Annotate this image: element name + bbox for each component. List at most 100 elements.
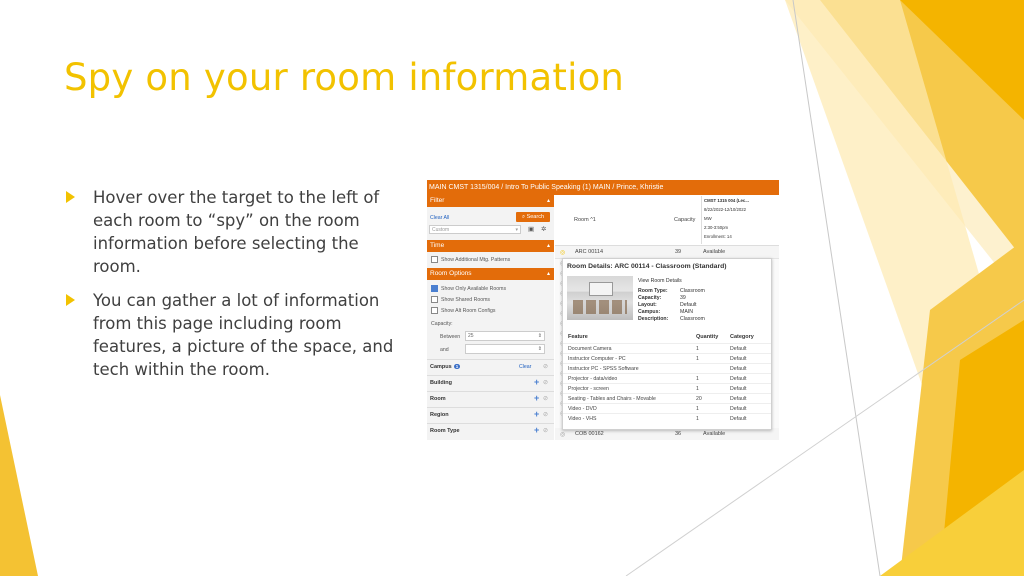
preset-select[interactable]: Custom ▾ [429, 225, 521, 234]
detail-value: 39 [680, 295, 686, 301]
room-photo-desks [573, 300, 627, 314]
checkbox-label: Show Only Available Rooms [441, 285, 507, 292]
slide-title: Spy on your room information [64, 56, 625, 99]
popup-title: Room Details: ARC 00114 - Classroom (Sta… [567, 263, 727, 270]
checkbox-label: Show Shared Rooms [441, 296, 491, 303]
available-rooms-option[interactable]: Show Only Available Rooms [431, 285, 506, 292]
remove-icon[interactable]: ⊘ [543, 427, 548, 434]
feature-quantity: 1 [696, 406, 699, 412]
add-icon[interactable]: + [534, 409, 539, 419]
room-status: Available [703, 249, 726, 255]
filter-room-type[interactable]: Room Type + ⊘ [427, 423, 554, 439]
bullet-text: Hover over the target to the left of eac… [93, 188, 380, 276]
collapse-icon[interactable]: ▴ [547, 195, 550, 207]
detail-value: MAIN [680, 309, 693, 315]
collapse-icon[interactable]: ▴ [547, 268, 550, 280]
feature-name: Instructor PC - SPSS Software [568, 366, 639, 372]
room-details-popup: Room Details: ARC 00114 - Classroom (Sta… [562, 258, 772, 430]
time-section-header[interactable]: Time ▴ [427, 240, 554, 252]
filter-label: Room [430, 396, 446, 402]
count-badge: 1 [453, 364, 461, 369]
additional-patterns-option[interactable]: Show Additional Mtg. Patterns [431, 256, 510, 263]
feature-name: Instructor Computer - PC [568, 356, 626, 362]
section-info-line: MW [704, 216, 712, 221]
bullet-list: Hover over the target to the left of eac… [64, 186, 409, 392]
detail-label: Room Type: [638, 288, 668, 294]
add-icon[interactable]: + [534, 425, 539, 435]
remove-icon[interactable]: ⊘ [543, 411, 548, 418]
checkbox[interactable] [431, 256, 438, 263]
feature-category: Default [730, 356, 747, 362]
gear-icon[interactable]: ✲ [541, 225, 546, 233]
filter-title: Filter [430, 197, 445, 204]
between-label: Between [440, 334, 461, 340]
save-icon[interactable]: ▣ [528, 225, 534, 233]
section-header: MAIN CMST 1315/004 / Intro To Public Spe… [427, 180, 779, 195]
feature-quantity: 1 [696, 346, 699, 352]
remove-icon[interactable]: ⊘ [543, 395, 548, 402]
filter-region[interactable]: Region + ⊘ [427, 407, 554, 423]
feature-quantity: 1 [696, 356, 699, 362]
feature-category: Default [730, 416, 747, 422]
room-options-section-header[interactable]: Room Options ▴ [427, 268, 554, 280]
detail-row: Room Type: Classroom [638, 288, 705, 294]
feature-name: Projector - screen [568, 386, 609, 392]
chevron-down-icon: ▾ [515, 227, 518, 233]
feature-quantity: 1 [696, 376, 699, 382]
detail-label: Campus: [638, 309, 661, 315]
search-button[interactable]: ⌕ Search [516, 212, 550, 222]
capacity-max-input[interactable]: ⇕ [465, 344, 545, 354]
search-button-label: Search [526, 214, 545, 220]
capacity-min-input[interactable]: 25 ⇕ [465, 331, 545, 341]
campus-clear-link[interactable]: Clear [519, 364, 531, 370]
detail-row: Campus: MAIN [638, 309, 693, 315]
spy-target-icon[interactable]: ◎ [560, 249, 565, 256]
add-icon[interactable]: + [534, 393, 539, 403]
time-title: Time [430, 242, 445, 249]
stepper-icon[interactable]: ⇕ [538, 345, 542, 354]
view-room-details-link[interactable]: View Room Details [638, 278, 682, 284]
filter-campus-label: Campus [430, 364, 452, 370]
section-info-line: CMST 1315 004 (Lec... [704, 198, 749, 203]
filter-room[interactable]: Room + ⊘ [427, 391, 554, 407]
checkbox[interactable] [431, 296, 438, 303]
room-capacity: 36 [675, 431, 682, 437]
bullet-item: Hover over the target to the left of eac… [64, 186, 409, 278]
spy-target-icon[interactable]: ◎ [560, 431, 565, 438]
category-header: Category [730, 334, 754, 340]
feature-category: Default [730, 376, 747, 382]
feature-name: Document Camera [568, 346, 612, 352]
detail-value: Default [680, 302, 697, 308]
collapse-icon[interactable]: ▴ [547, 240, 550, 252]
feature-category: Default [730, 366, 747, 372]
checkbox[interactable] [431, 285, 438, 292]
remove-icon[interactable]: ⊘ [543, 363, 548, 370]
filter-building[interactable]: Building + ⊘ [427, 375, 554, 391]
filter-section-header[interactable]: Filter ▴ [427, 195, 554, 207]
checkbox-label: Show Alt Room Configs [441, 307, 496, 314]
filter-campus[interactable]: Campus 1 Clear ⊘ [427, 359, 554, 375]
feature-row: Video - VHS 1 Default [563, 413, 771, 424]
preset-value: Custom [432, 227, 450, 233]
feature-name: Video - VHS [568, 416, 597, 422]
detail-label: Description: [638, 316, 669, 322]
results-header: Room ^1 Capacity CMST 1315 004 (Lec... 8… [555, 195, 779, 246]
stepper-icon[interactable]: ⇕ [538, 332, 542, 341]
alt-configs-option[interactable]: Show Alt Room Configs [431, 307, 496, 314]
shared-rooms-option[interactable]: Show Shared Rooms [431, 296, 490, 303]
remove-icon[interactable]: ⊘ [543, 379, 548, 386]
capacity-column-header[interactable]: Capacity [674, 217, 695, 223]
clear-all-link[interactable]: Clear All [430, 215, 449, 221]
detail-value: Classroom [680, 288, 705, 294]
room-column-header[interactable]: Room ^1 [574, 217, 596, 223]
add-icon[interactable]: + [534, 377, 539, 387]
section-info-line: 8/22/2022-12/10/2022 [704, 207, 747, 212]
capacity-min-value: 25 [468, 333, 474, 339]
room-photo-screen [589, 282, 613, 296]
bullet-item: You can gather a lot of information from… [64, 289, 409, 381]
detail-row: Capacity: 39 [638, 295, 686, 301]
checkbox[interactable] [431, 307, 438, 314]
feature-name: Projector - data/video [568, 376, 618, 382]
feature-header: Feature [568, 334, 588, 340]
filter-panel: Filter ▴ Clear All ⌕ Search Custom ▾ ▣ ✲ … [427, 195, 554, 440]
